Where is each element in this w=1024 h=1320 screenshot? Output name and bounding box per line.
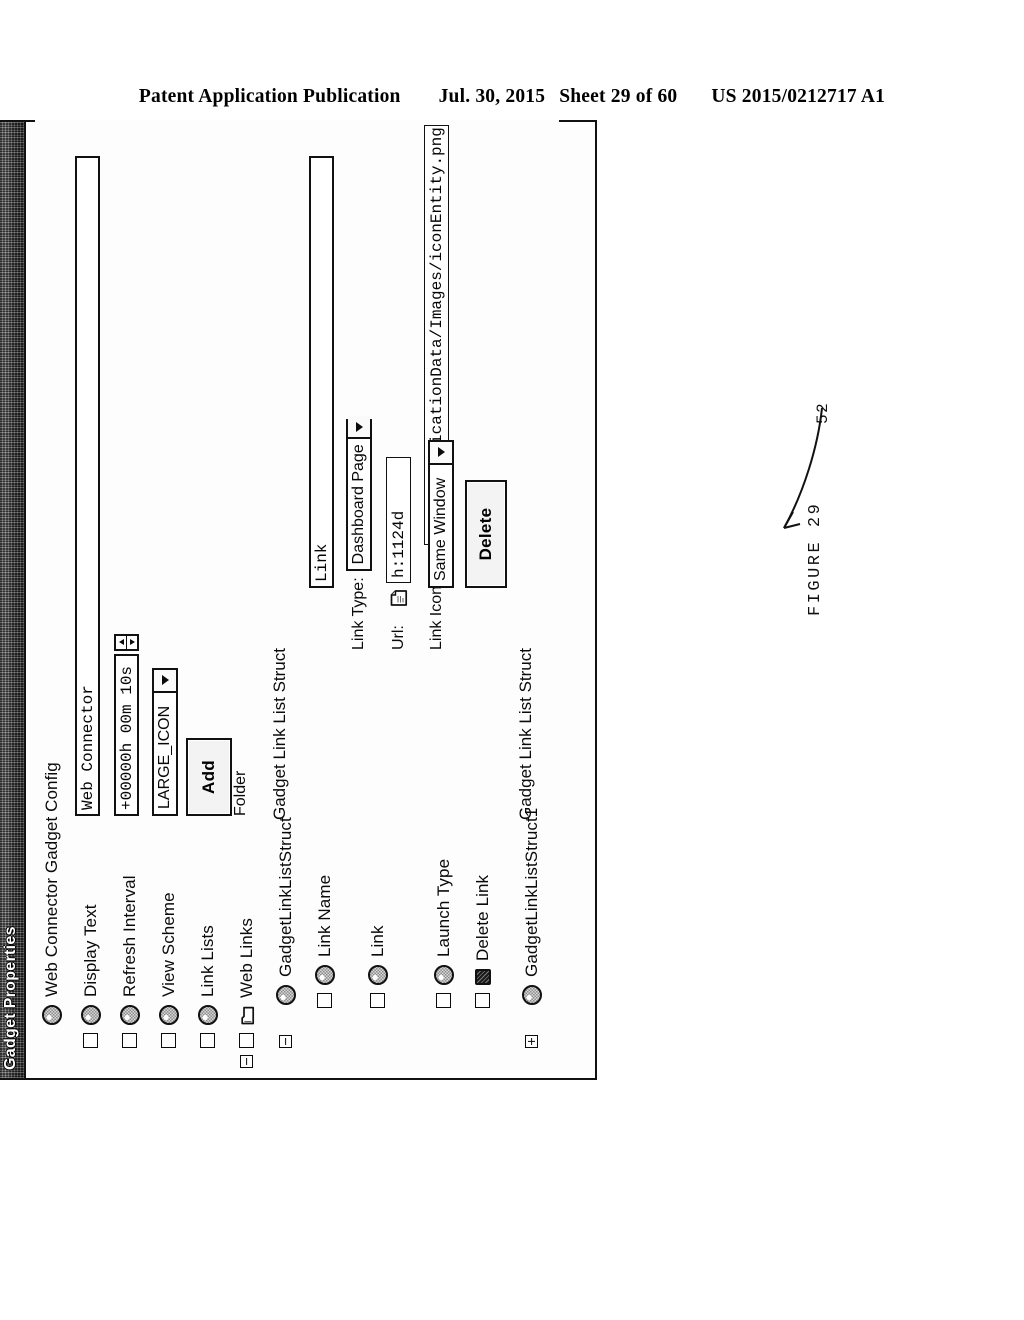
tree-label-web-links: Web Links bbox=[236, 918, 256, 998]
link-name-input[interactable]: Link bbox=[309, 156, 334, 588]
link-type-label: Link Type: bbox=[350, 577, 367, 650]
tree-label-gadget-link-list-struct1: GadgetLinkListStruct1 bbox=[521, 807, 541, 977]
tree-label-delete-link: Delete Link bbox=[472, 874, 492, 961]
node-circle-icon bbox=[197, 1005, 218, 1025]
url-input[interactable]: h:1124d bbox=[386, 457, 411, 583]
tree-label-link-lists: Link Lists bbox=[197, 925, 217, 997]
launch-type-select[interactable]: Same Window bbox=[428, 440, 454, 588]
dialog-body: Web Connector Gadget Config Display Text… bbox=[26, 120, 595, 1078]
tree-row-link-lists[interactable]: Link Lists bbox=[188, 120, 227, 1078]
chevron-down-icon[interactable] bbox=[154, 670, 176, 693]
tree-row-gadget-link-list-struct1[interactable]: GadgetLinkListStruct1 bbox=[512, 120, 551, 1078]
delete-link-button[interactable]: Delete bbox=[465, 480, 507, 588]
node-circle-icon bbox=[367, 965, 388, 985]
expander-minus-icon[interactable] bbox=[240, 1055, 253, 1068]
gadget-properties-dialog: Gadget Properties Web Connector Gadget C… bbox=[0, 120, 597, 1080]
web-links-folder-label: Folder bbox=[232, 770, 249, 816]
checkbox-launch-type[interactable] bbox=[436, 993, 451, 1008]
node-circle-icon bbox=[41, 1005, 62, 1025]
chevron-down-icon[interactable] bbox=[430, 442, 452, 465]
link-type-select[interactable]: Dashboard Page bbox=[346, 416, 372, 572]
tree-row-delete-link[interactable]: Delete Link bbox=[463, 120, 502, 1078]
node-circle-icon bbox=[521, 985, 542, 1005]
delete-glyph-icon bbox=[474, 969, 491, 985]
node-circle-icon bbox=[158, 1005, 179, 1025]
node-circle-icon bbox=[275, 985, 296, 1005]
tree-label-link-name: Link Name bbox=[314, 874, 334, 957]
tree-row-view-scheme[interactable]: View Scheme bbox=[149, 120, 188, 1078]
url-label: Url: bbox=[389, 625, 407, 650]
tree-label-launch-type: Launch Type bbox=[433, 858, 453, 957]
page-icon bbox=[390, 588, 408, 608]
node-circle-icon bbox=[433, 965, 454, 985]
tree-label-gadget-link-list-struct: GadgetLinkListStruct bbox=[275, 817, 295, 977]
refresh-interval-stepper[interactable] bbox=[114, 634, 139, 651]
dialog-title: Gadget Properties bbox=[2, 926, 19, 1070]
link-icon-label: Link Icon: bbox=[427, 581, 445, 650]
view-scheme-select[interactable]: LARGE_ICON bbox=[152, 668, 178, 816]
figure-caption: FIGURE 29 bbox=[806, 501, 825, 616]
reference-lead-line bbox=[783, 407, 823, 529]
checkbox-delete-link[interactable] bbox=[475, 993, 490, 1008]
dialog-title-bar: Gadget Properties bbox=[0, 120, 26, 1078]
tree-label-refresh-interval: Refresh Interval bbox=[119, 875, 139, 997]
link-type-value: Dashboard Page bbox=[350, 444, 367, 565]
refresh-interval-input[interactable]: +00000h 00m 10s bbox=[114, 654, 139, 816]
tree-row-refresh-interval[interactable]: Refresh Interval bbox=[110, 120, 149, 1078]
checkbox-link[interactable] bbox=[370, 993, 385, 1008]
checkbox-link-name[interactable] bbox=[317, 993, 332, 1008]
node-circle-icon bbox=[119, 1005, 140, 1025]
folder-icon bbox=[239, 1006, 255, 1025]
tree-row-web-links[interactable]: Web Links bbox=[227, 120, 266, 1078]
checkbox-view-scheme[interactable] bbox=[161, 1033, 176, 1048]
chevron-down-icon[interactable] bbox=[348, 416, 370, 440]
struct-section-label: Gadget Link List Struct bbox=[270, 648, 289, 820]
add-button[interactable]: Add bbox=[186, 738, 232, 816]
figure-drawing: Gadget Properties Web Connector Gadget C… bbox=[0, 0, 1024, 1320]
expander-plus-icon[interactable] bbox=[525, 1035, 538, 1048]
checkbox-display-text[interactable] bbox=[83, 1033, 98, 1048]
reference-number: 52 bbox=[814, 401, 832, 424]
expander-minus-icon[interactable] bbox=[279, 1035, 292, 1048]
launch-type-value: Same Window bbox=[432, 477, 449, 581]
struct1-section-label: Gadget Link List Struct bbox=[516, 648, 535, 820]
node-circle-icon bbox=[80, 1005, 101, 1025]
view-scheme-value: LARGE_ICON bbox=[156, 705, 173, 809]
tree-label-link: Link bbox=[367, 925, 387, 957]
stepper-up-icon[interactable] bbox=[116, 636, 127, 649]
checkbox-web-links[interactable] bbox=[239, 1033, 254, 1048]
stepper-down-icon[interactable] bbox=[127, 636, 137, 649]
tree-row-gadget-link-list-struct[interactable]: GadgetLinkListStruct bbox=[266, 120, 305, 1078]
checkbox-refresh-interval[interactable] bbox=[122, 1033, 137, 1048]
tree-row-root[interactable]: Web Connector Gadget Config bbox=[32, 120, 71, 1078]
display-text-input[interactable]: Web Connector bbox=[75, 156, 100, 816]
checkbox-link-lists[interactable] bbox=[200, 1033, 215, 1048]
node-circle-icon bbox=[314, 965, 335, 985]
tree-label-display-text: Display Text bbox=[80, 904, 100, 997]
tree-label-root: Web Connector Gadget Config bbox=[41, 762, 61, 997]
tree-label-view-scheme: View Scheme bbox=[158, 892, 178, 997]
